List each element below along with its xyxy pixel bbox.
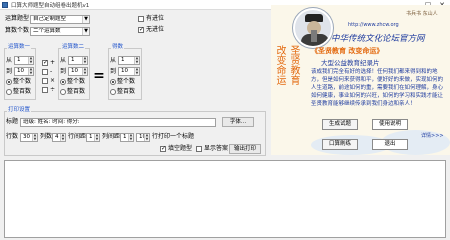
result-int-radio[interactable] xyxy=(110,79,116,85)
result-title: 得数 xyxy=(111,44,125,51)
operand2-ten-label: 整百数 xyxy=(67,88,86,95)
print-button[interactable]: 输出打印 xyxy=(229,144,261,154)
generate-button[interactable]: 生成试题 xyxy=(322,119,358,130)
operand2-int-label: 整个数 xyxy=(67,78,86,85)
chevron-down-icon: ▼ xyxy=(82,16,89,23)
operand2-to-input[interactable]: 10 ▲ ▼ xyxy=(68,67,88,76)
ad-body: 该成我们完全有好的选择！任何我们都来得到和的地方，但是如何来获得和平，便好好的来… xyxy=(311,69,444,107)
show-answer-label: 显示答案 xyxy=(204,145,229,152)
result-int-label: 整个数 xyxy=(117,78,136,85)
spin-icon[interactable]: ▲ ▼ xyxy=(82,68,87,75)
type-label: 运算题型 xyxy=(5,15,30,22)
result-to-label: 到 xyxy=(110,68,117,75)
operator-times-label: × xyxy=(50,77,56,84)
operand2-from-input[interactable]: 1 ▲ ▼ xyxy=(68,56,88,65)
colgap-input[interactable]: 1 ▲ ▼ xyxy=(120,133,134,142)
signature-text: 书兵书 东山人 xyxy=(406,11,438,17)
operator-divide-label: ÷ xyxy=(50,86,56,93)
oral-practice-button[interactable]: 口算刷练 xyxy=(322,139,358,150)
exit-button[interactable]: 退出 xyxy=(372,139,408,150)
count-label: 算数个数 xyxy=(5,27,30,34)
remainder-checkbox[interactable] xyxy=(138,16,144,22)
rowgap-input[interactable]: 1 ▲ ▼ xyxy=(86,133,100,142)
details-link[interactable]: 详情>>> xyxy=(421,132,444,139)
ad-subslogan: 大型公益教育纪录片 xyxy=(321,59,380,67)
per-page-input[interactable]: 10 ▲ ▼ xyxy=(136,133,150,142)
rowgap-label: 行间距 xyxy=(68,133,87,140)
operand1-title: 运算数一 xyxy=(7,44,32,51)
operand2-ten-radio[interactable] xyxy=(60,89,66,95)
result-ten-radio[interactable] xyxy=(110,89,116,95)
count-select[interactable]: 二个运算数 ▼ xyxy=(30,27,90,36)
motto-left: 改变命运 xyxy=(274,45,285,85)
fill-blank-checkbox[interactable]: ✓ xyxy=(160,146,166,152)
help-button[interactable]: 使用说明 xyxy=(372,119,408,130)
spin-icon[interactable]: ▲ ▼ xyxy=(32,134,37,141)
font-button[interactable]: 字体... xyxy=(222,117,254,127)
operand1-int-radio[interactable] xyxy=(6,79,12,85)
result-from-label: 从 xyxy=(110,57,117,64)
type-select-value: 自己定制题型 xyxy=(33,16,67,22)
show-answer-checkbox[interactable] xyxy=(196,146,202,152)
ad-slogan: 《圣贤教育 改变命运》 xyxy=(311,47,384,55)
ad-panel: 书兵书 东山人 http://www.zhcw.org 中华传统文化论坛官方网 … xyxy=(271,5,450,155)
chevron-down-icon: ▼ xyxy=(82,28,89,35)
per-page-label: 行打印一个标题 xyxy=(152,133,195,140)
equals-sign: = xyxy=(93,68,105,84)
remainder-label: 有进位 xyxy=(146,15,165,22)
result-ten-label: 整百数 xyxy=(117,88,136,95)
spin-icon[interactable]: ▲ ▼ xyxy=(94,134,99,141)
cols-input[interactable]: 4 ▲ ▼ xyxy=(52,133,66,142)
operator-minus-checkbox[interactable] xyxy=(42,69,48,75)
operand1-to-input[interactable]: 10 ▲ ▼ xyxy=(14,67,34,76)
app-icon xyxy=(2,2,8,8)
operand1-from-label: 从 xyxy=(6,57,13,64)
rows-label: 行数 xyxy=(6,133,19,140)
no-remainder-label: 无进位 xyxy=(146,26,165,33)
operator-times-checkbox[interactable] xyxy=(42,78,48,84)
rows-input[interactable]: 30 ▲ ▼ xyxy=(20,133,38,142)
spin-icon[interactable]: ▲ ▼ xyxy=(60,134,65,141)
result-to-input[interactable]: 10 ▲ ▼ xyxy=(118,67,140,76)
operator-minus-label: - xyxy=(50,68,53,75)
header-input[interactable]: 班级: 姓名: 时间: 得分: xyxy=(20,118,216,127)
motto-right: 圣贤教育 xyxy=(288,45,299,85)
spin-icon[interactable]: ▲ ▼ xyxy=(128,134,133,141)
operand1-to-label: 到 xyxy=(6,68,13,75)
window-title: 口算大师题型自动组卷出题机v1 xyxy=(11,3,90,9)
operand2-to-label: 到 xyxy=(60,68,67,75)
portrait-image xyxy=(293,8,333,48)
output-textarea[interactable] xyxy=(4,160,446,238)
operand1-int-label: 整个数 xyxy=(13,78,32,85)
spin-icon[interactable]: ▲ ▼ xyxy=(28,68,33,75)
operand1-ten-label: 整百数 xyxy=(13,88,32,95)
operand2-from-label: 从 xyxy=(60,57,67,64)
fill-blank-label: 填空题型 xyxy=(168,145,193,152)
operator-divide-checkbox[interactable] xyxy=(42,87,48,93)
site-name: 中华传统文化论坛官方网 xyxy=(331,34,425,44)
operator-plus-checkbox[interactable]: ✓ xyxy=(42,60,48,66)
no-remainder-checkbox[interactable]: ✓ xyxy=(138,27,144,33)
operand1-from-input[interactable]: 1 ▲ ▼ xyxy=(14,56,34,65)
ad-url[interactable]: http://www.zhcw.org xyxy=(348,22,399,28)
operator-plus-label: + xyxy=(50,59,56,66)
header-label: 标题 xyxy=(6,118,19,125)
result-from-input[interactable]: 1 ▲ ▼ xyxy=(118,56,140,65)
operand2-int-radio[interactable] xyxy=(60,79,66,85)
spin-icon[interactable]: ▲ ▼ xyxy=(144,134,149,141)
spin-icon[interactable]: ▲ ▼ xyxy=(134,68,139,75)
print-settings-title: 打印设置 xyxy=(7,107,32,114)
colgap-label: 列间距 xyxy=(102,133,121,140)
operand1-ten-radio[interactable] xyxy=(6,89,12,95)
count-select-value: 二个运算数 xyxy=(33,28,61,34)
spin-icon[interactable]: ▲ ▼ xyxy=(28,57,33,64)
spin-icon[interactable]: ▲ ▼ xyxy=(134,57,139,64)
operand2-title: 运算数二 xyxy=(61,44,86,51)
type-select[interactable]: 自己定制题型 ▼ xyxy=(30,15,90,24)
spin-icon[interactable]: ▲ ▼ xyxy=(82,57,87,64)
cols-label: 列数 xyxy=(40,133,53,140)
